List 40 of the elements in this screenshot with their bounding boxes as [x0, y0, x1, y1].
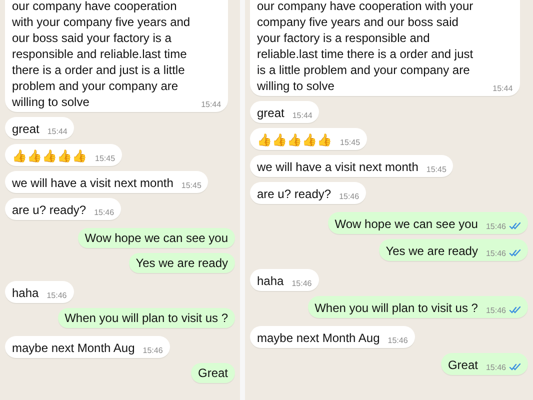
message-time: 15:45 — [181, 181, 202, 191]
message-text: Yes we are ready — [136, 255, 228, 271]
message-text: maybe next Month Aug — [12, 340, 135, 356]
message-text: Great — [448, 357, 478, 373]
message-text: haha — [257, 273, 284, 289]
message-time: 15:46 — [486, 222, 506, 232]
message-time: 15:45 — [426, 165, 446, 175]
message-time: 15:45 — [340, 138, 360, 148]
message-text: Wow hope we can see you — [84, 230, 228, 246]
message-time: 15:44 — [492, 84, 513, 94]
message-time: 15:46 — [142, 346, 163, 356]
message-text: are u? ready? — [257, 186, 332, 202]
message-time: 15:46 — [486, 363, 506, 373]
message-text: 👍👍👍👍👍 — [12, 148, 87, 164]
message-time: 15:46 — [388, 336, 408, 346]
message-text: we will have a visit next month — [12, 175, 174, 191]
message-text: Great — [198, 365, 228, 381]
message-time: 15:44 — [292, 111, 312, 121]
message-time: 15:46 — [486, 249, 506, 259]
message-time: 15:44 — [47, 127, 68, 137]
message-text: 👍👍👍👍👍 — [257, 132, 332, 148]
message-text: are u? ready? — [12, 202, 86, 218]
message-text: When you will plan to visit us ? — [64, 310, 228, 326]
message-time: 15:46 — [94, 208, 114, 218]
message-text: Wow hope we can see you — [334, 216, 478, 232]
message-text: great — [12, 121, 40, 137]
message-text: When you will plan to visit us ? — [314, 300, 478, 316]
message-text: we will have a visit next month — [257, 159, 418, 175]
message-time: 15:46 — [486, 306, 506, 316]
message-text: maybe next Month Aug — [257, 330, 380, 346]
message-text: haha — [12, 285, 39, 301]
message-time: 15:45 — [95, 154, 116, 164]
message-time: 15:46 — [292, 279, 312, 289]
message-text: Yes we are ready — [386, 243, 478, 259]
message-text: our company have cooperation with your company five years and our boss said your factory is a responsible and reliable.last time there is a order and just is a little problem and your company are willing to solve — [12, 0, 192, 110]
message-text: great — [257, 105, 284, 121]
message-time: 15:46 — [46, 291, 67, 301]
message-time: 15:44 — [201, 100, 222, 110]
message-time: 15:46 — [339, 192, 360, 202]
message-text: our company have cooperation with your company five years and our boss said your factory is a responsible and reliable.last time there is a order and just is a little problem and your company are willing to solve — [257, 0, 474, 94]
